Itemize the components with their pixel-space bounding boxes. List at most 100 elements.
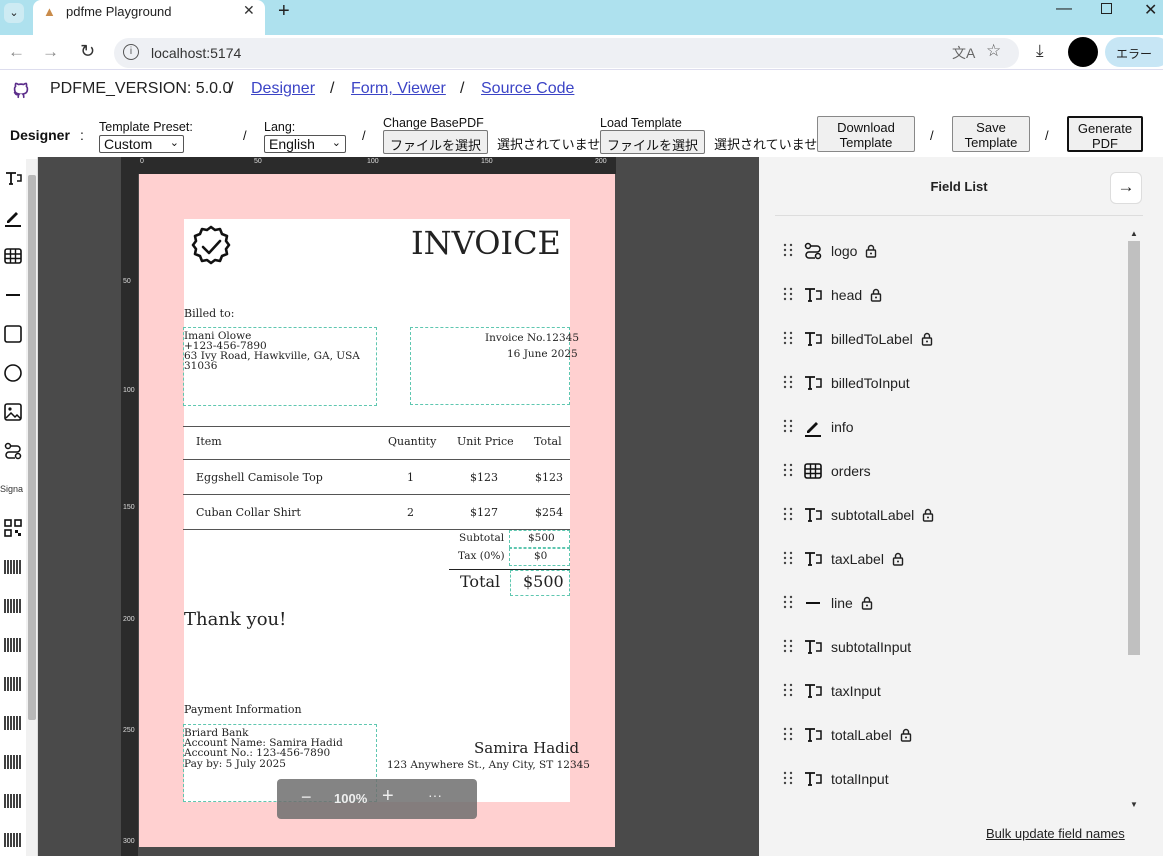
payment-info-label[interactable]: Payment Information bbox=[184, 703, 302, 716]
invoice-title[interactable]: INVOICE bbox=[411, 224, 561, 262]
lock-icon bbox=[870, 288, 882, 302]
barcode-tool-icon[interactable] bbox=[0, 747, 25, 777]
download-icon[interactable]: ⤓ bbox=[1036, 41, 1044, 61]
tax-label[interactable]: Tax (0%) bbox=[458, 550, 505, 562]
drag-handle-icon[interactable] bbox=[783, 727, 793, 741]
barcode-tool-icon[interactable] bbox=[0, 552, 25, 582]
drag-handle-icon[interactable] bbox=[783, 639, 793, 653]
field-list-item[interactable]: subtotalLabel bbox=[779, 500, 1119, 530]
ellipse-tool-icon[interactable] bbox=[0, 358, 25, 388]
drag-handle-icon[interactable] bbox=[783, 683, 793, 697]
avatar[interactable] bbox=[1068, 37, 1098, 67]
generate-pdf-button[interactable]: Generate PDF bbox=[1067, 116, 1143, 152]
collapse-panel-button[interactable]: → bbox=[1110, 172, 1142, 204]
bookmark-star-icon[interactable]: ☆ bbox=[986, 41, 1001, 61]
field-name: line bbox=[831, 595, 853, 611]
text-tool-icon[interactable] bbox=[0, 163, 25, 193]
translate-icon[interactable]: 文A bbox=[952, 43, 975, 63]
line-tool-icon[interactable] bbox=[0, 280, 25, 310]
scroll-down-icon[interactable]: ▼ bbox=[1130, 800, 1138, 809]
designer-link[interactable]: Designer bbox=[251, 80, 315, 98]
pen-tool-icon[interactable] bbox=[0, 202, 25, 232]
barcode-tool-icon[interactable] bbox=[0, 708, 25, 738]
table-cell: $123 bbox=[535, 471, 563, 484]
tab-search-icon[interactable]: ⌄ bbox=[4, 3, 24, 23]
field-list-item[interactable]: subtotalInput bbox=[779, 632, 1119, 662]
new-tab-icon[interactable]: + bbox=[278, 0, 290, 23]
subtotal-label[interactable]: Subtotal bbox=[459, 532, 504, 544]
minimize-icon[interactable]: — bbox=[1056, 0, 1072, 18]
pdf-page[interactable]: INVOICE Billed to: Imani Olowe +123-456-… bbox=[139, 174, 615, 847]
barcode-tool-icon[interactable] bbox=[0, 786, 25, 816]
barcode-tool-icon[interactable] bbox=[0, 630, 25, 660]
field-list-item[interactable]: orders bbox=[779, 456, 1119, 486]
barcode-tool-icon[interactable] bbox=[0, 669, 25, 699]
barcode-tool-icon[interactable] bbox=[0, 591, 25, 621]
image-tool-icon[interactable] bbox=[0, 397, 25, 427]
bulk-update-link[interactable]: Bulk update field names bbox=[986, 826, 1125, 841]
qrcode-tool-icon[interactable] bbox=[0, 513, 25, 543]
window-close-icon[interactable]: ✕ bbox=[1144, 0, 1157, 20]
save-template-button[interactable]: Save Template bbox=[952, 116, 1030, 152]
more-options-button[interactable]: ··· bbox=[428, 787, 442, 803]
zoom-out-button[interactable]: − bbox=[301, 787, 312, 808]
field-name: billedToLabel bbox=[831, 331, 913, 347]
template-file-button[interactable]: ファイルを選択 bbox=[600, 130, 706, 154]
toolbar-separator: / bbox=[362, 128, 366, 143]
zoom-in-button[interactable]: + bbox=[382, 785, 394, 808]
field-list-item[interactable]: billedToInput bbox=[779, 368, 1119, 398]
lang-select[interactable]: English ⌄ bbox=[264, 135, 346, 153]
svg-tool-icon[interactable] bbox=[0, 436, 25, 466]
field-list-item[interactable]: totalInput bbox=[779, 764, 1119, 794]
shop-address[interactable]: 123 Anywhere St., Any City, ST 12345 bbox=[387, 759, 590, 771]
basepdf-file-button[interactable]: ファイルを選択 bbox=[383, 130, 489, 154]
reload-icon[interactable]: ↻ bbox=[80, 41, 95, 62]
drag-handle-icon[interactable] bbox=[783, 771, 793, 785]
palette-scroll-thumb[interactable] bbox=[28, 175, 36, 720]
shop-name[interactable]: Samira Hadid bbox=[474, 739, 579, 757]
error-badge[interactable]: エラー bbox=[1105, 37, 1163, 67]
drag-handle-icon[interactable] bbox=[783, 243, 793, 257]
drag-handle-icon[interactable] bbox=[783, 419, 793, 433]
barcode-tool-icon[interactable] bbox=[0, 825, 25, 855]
github-icon[interactable] bbox=[10, 78, 32, 100]
drag-handle-icon[interactable] bbox=[783, 331, 793, 345]
drag-handle-icon[interactable] bbox=[783, 463, 793, 477]
download-template-button[interactable]: Download Template bbox=[817, 116, 915, 152]
field-list-item[interactable]: totalLabel bbox=[779, 720, 1119, 750]
table-tool-icon[interactable] bbox=[0, 241, 25, 271]
logo-badge-icon[interactable] bbox=[188, 224, 234, 270]
drag-handle-icon[interactable] bbox=[783, 375, 793, 389]
total-label[interactable]: Total bbox=[460, 572, 500, 591]
template-preset-select[interactable]: Custom ⌄ bbox=[99, 135, 184, 153]
field-list-item[interactable]: logo bbox=[779, 236, 1119, 266]
browser-tab-bar: ⌄ ▲ pdfme Playground ✕ + — ✕ bbox=[0, 0, 1163, 35]
form-viewer-link[interactable]: Form, Viewer bbox=[351, 80, 446, 98]
field-list-item[interactable]: billedToLabel bbox=[779, 324, 1119, 354]
table-rule bbox=[183, 426, 570, 427]
forward-icon[interactable]: → bbox=[42, 42, 59, 62]
field-list-item[interactable]: line bbox=[779, 588, 1119, 618]
source-code-link[interactable]: Source Code bbox=[481, 80, 574, 98]
browser-tab[interactable]: ▲ pdfme Playground ✕ bbox=[33, 0, 265, 35]
back-icon[interactable]: ← bbox=[8, 42, 25, 62]
thank-you-text[interactable]: Thank you! bbox=[184, 609, 286, 630]
field-list-scroll-thumb[interactable] bbox=[1128, 241, 1140, 655]
drag-handle-icon[interactable] bbox=[783, 595, 793, 609]
field-list-item[interactable]: taxInput bbox=[779, 676, 1119, 706]
version-label: PDFME_VERSION: 5.0.0 bbox=[50, 80, 232, 97]
scroll-up-icon[interactable]: ▲ bbox=[1130, 229, 1138, 238]
field-list-item[interactable]: info bbox=[779, 412, 1119, 442]
tab-close-icon[interactable]: ✕ bbox=[243, 2, 255, 19]
site-info-icon[interactable]: i bbox=[123, 44, 139, 60]
url-input[interactable]: i localhost:5174 文A ☆ bbox=[114, 38, 1019, 68]
signature-tool-label[interactable]: Signa bbox=[0, 484, 23, 494]
field-list-item[interactable]: head bbox=[779, 280, 1119, 310]
field-list-item[interactable]: taxLabel bbox=[779, 544, 1119, 574]
drag-handle-icon[interactable] bbox=[783, 287, 793, 301]
maximize-icon[interactable] bbox=[1101, 3, 1112, 14]
billed-to-label[interactable]: Billed to: bbox=[184, 307, 234, 320]
drag-handle-icon[interactable] bbox=[783, 507, 793, 521]
drag-handle-icon[interactable] bbox=[783, 551, 793, 565]
rectangle-tool-icon[interactable] bbox=[0, 319, 25, 349]
